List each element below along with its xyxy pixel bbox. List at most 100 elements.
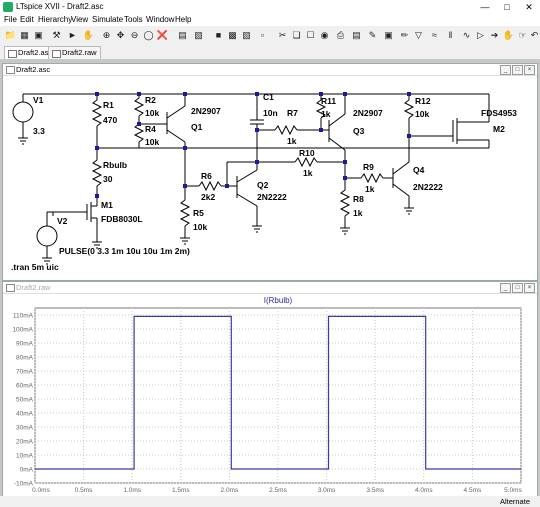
r2-label: R2 bbox=[145, 95, 156, 105]
r9-value: 1k bbox=[365, 184, 375, 194]
y-tick-label: 100mA bbox=[12, 327, 33, 334]
y-tick-label: 90mA bbox=[16, 341, 34, 348]
paste2-icon[interactable]: ☐ bbox=[304, 29, 317, 42]
zoom-in-icon[interactable]: ⊕ bbox=[100, 29, 113, 42]
r1-label: R1 bbox=[103, 100, 114, 110]
schematic-window: Draft2.asc _ □ × V1 3.3 R1 470 R2 10k R4… bbox=[2, 63, 538, 281]
scissors-icon[interactable]: ✂ bbox=[276, 29, 289, 42]
cascade-icon[interactable]: ■ bbox=[212, 29, 225, 42]
close-button[interactable]: ✕ bbox=[518, 0, 540, 14]
save-icon[interactable]: ▣ bbox=[32, 29, 45, 42]
menu-file[interactable]: File bbox=[4, 15, 17, 24]
ground-icon[interactable]: ▽ bbox=[412, 29, 425, 42]
component-icon[interactable]: ➔ bbox=[488, 29, 501, 42]
schematic-window-title: Draft2.asc bbox=[16, 65, 51, 74]
zoom-out-icon[interactable]: ⊖ bbox=[128, 29, 141, 42]
schematic-minimize-button[interactable]: _ bbox=[500, 65, 511, 75]
x-tick-label: 3.0ms bbox=[318, 487, 336, 494]
schematic-window-title-bar: Draft2.asc _ □ × bbox=[3, 64, 537, 76]
new-schematic-icon[interactable]: ▦ bbox=[18, 29, 31, 42]
menu-bar: File Edit Hierarchy View Simulate Tools … bbox=[0, 14, 540, 26]
text-icon[interactable]: ▣ bbox=[382, 29, 395, 42]
capacitor-icon[interactable]: ‖ bbox=[444, 29, 457, 42]
pan-icon[interactable]: ✥ bbox=[114, 29, 127, 42]
find-icon[interactable]: ◉ bbox=[318, 29, 331, 42]
r5-label: R5 bbox=[193, 208, 204, 218]
print-icon[interactable]: ⎙ bbox=[334, 29, 347, 42]
tile-horizontal-icon[interactable]: ▧ bbox=[192, 29, 205, 42]
window-title: LTspice XVII - Draft2.asc bbox=[16, 2, 104, 11]
trace-label[interactable]: I(Rbulb) bbox=[264, 296, 293, 305]
r2-value: 10k bbox=[145, 108, 159, 118]
menu-window[interactable]: Window bbox=[146, 15, 174, 24]
schematic-doc-icon bbox=[6, 66, 15, 74]
menu-simulate[interactable]: Simulate bbox=[92, 15, 123, 24]
wire-icon[interactable]: ✏ bbox=[398, 29, 411, 42]
autorange-icon[interactable]: ❌ bbox=[156, 29, 169, 42]
close-window-icon[interactable]: ▩ bbox=[226, 29, 239, 42]
resistor-icon[interactable]: ≈ bbox=[428, 29, 441, 42]
waveform-close-button[interactable]: × bbox=[524, 283, 535, 293]
rbulb-label: Rbulb bbox=[103, 160, 127, 170]
open-folder-icon[interactable]: 📁 bbox=[4, 29, 17, 42]
inductor-icon[interactable]: ∿ bbox=[460, 29, 473, 42]
m1-type: FDB8030L bbox=[101, 214, 143, 224]
undo-icon[interactable]: ✎ bbox=[366, 29, 379, 42]
status-bar: Alternate bbox=[0, 496, 540, 507]
drag-hand-icon[interactable]: ✋ bbox=[502, 29, 515, 42]
r10-label: R10 bbox=[299, 148, 315, 158]
schematic-close-button[interactable]: × bbox=[524, 65, 535, 75]
waveform-restore-button[interactable]: □ bbox=[512, 283, 523, 293]
menu-hierarchy[interactable]: Hierarchy bbox=[38, 15, 72, 24]
copy-icon[interactable]: ❏ bbox=[290, 29, 303, 42]
schematic-canvas[interactable]: V1 3.3 R1 470 R2 10k R4 10k 2N2907 Q1 C1… bbox=[3, 76, 537, 280]
y-tick-label: 110mA bbox=[13, 313, 34, 320]
maximize-button[interactable]: □ bbox=[496, 0, 518, 14]
minimize-button[interactable]: — bbox=[474, 0, 496, 14]
menu-tools[interactable]: Tools bbox=[124, 15, 143, 24]
waveform-plot[interactable]: I(Rbulb) -10mA 0mA 10mA 20mA 30mA 40mA 50mA 60m… bbox=[3, 294, 537, 495]
r11-label: R11 bbox=[321, 96, 336, 106]
waveform-minimize-button[interactable]: _ bbox=[500, 283, 511, 293]
x-tick-label: 2.0ms bbox=[221, 487, 239, 494]
q1-label: Q1 bbox=[191, 122, 203, 132]
m2-type: FDS4953 bbox=[481, 108, 517, 118]
diode-icon[interactable]: ▷ bbox=[474, 29, 487, 42]
y-axis-ticks: -10mA 0mA 10mA 20mA 30mA 40mA 50mA 60mA 70mA 80mA… bbox=[12, 313, 33, 488]
run-icon[interactable]: ► bbox=[66, 29, 79, 42]
q3-type: 2N2907 bbox=[353, 108, 383, 118]
schematic-restore-button[interactable]: □ bbox=[512, 65, 523, 75]
x-tick-label: 1.5ms bbox=[172, 487, 190, 494]
x-tick-label: 1.0ms bbox=[123, 487, 141, 494]
x-tick-label: 4.5ms bbox=[464, 487, 482, 494]
undo-arrow-icon[interactable]: ↶ bbox=[528, 29, 540, 42]
r4-label: R4 bbox=[145, 124, 156, 134]
tab-draft2-raw[interactable]: Draft2.raw bbox=[48, 46, 101, 59]
tile-vertical-icon[interactable]: ▤ bbox=[176, 29, 189, 42]
r6-label: R6 bbox=[201, 171, 212, 181]
waveform-window: Draft2.raw _ □ × I(Rbulb) -10mA 0mA 10mA 20mA… bbox=[2, 281, 538, 497]
document-tabs: Draft2.asc Draft2.raw bbox=[0, 45, 540, 60]
m1-label: M1 bbox=[101, 200, 113, 210]
tran-directive[interactable]: .tran 5m uic bbox=[11, 262, 59, 272]
menu-view[interactable]: View bbox=[71, 15, 88, 24]
cut-icon[interactable]: ▧ bbox=[240, 29, 253, 42]
title-bar: LTspice XVII - Draft2.asc — □ ✕ bbox=[0, 0, 540, 14]
zoom-fit-icon[interactable]: ◯ bbox=[142, 29, 155, 42]
menu-edit[interactable]: Edit bbox=[20, 15, 34, 24]
ltspice-app-icon bbox=[3, 2, 13, 12]
waveform-doc-icon bbox=[6, 284, 15, 292]
tab-label: Draft2.raw bbox=[62, 48, 97, 57]
toolbar: 📁 ▦ ▣ ⚒ ► ✋ ⊕ ✥ ⊖ ◯ ❌ ▤ ▧ ■ ▩ ▧ ▫ ✂ ❏ ☐ … bbox=[0, 27, 540, 45]
x-tick-label: 4.0ms bbox=[415, 487, 433, 494]
paste-icon[interactable]: ▫ bbox=[256, 29, 269, 42]
halt-icon[interactable]: ✋ bbox=[82, 29, 95, 42]
x-tick-label: 0.5ms bbox=[75, 487, 93, 494]
y-tick-label: 0mA bbox=[20, 467, 34, 474]
r4-value: 10k bbox=[145, 137, 159, 147]
y-tick-label: 10mA bbox=[16, 453, 34, 460]
control-panel-icon[interactable]: ⚒ bbox=[50, 29, 63, 42]
y-tick-label: -10mA bbox=[14, 481, 34, 488]
print-preview-icon[interactable]: ▤ bbox=[350, 29, 363, 42]
menu-help[interactable]: Help bbox=[175, 15, 191, 24]
